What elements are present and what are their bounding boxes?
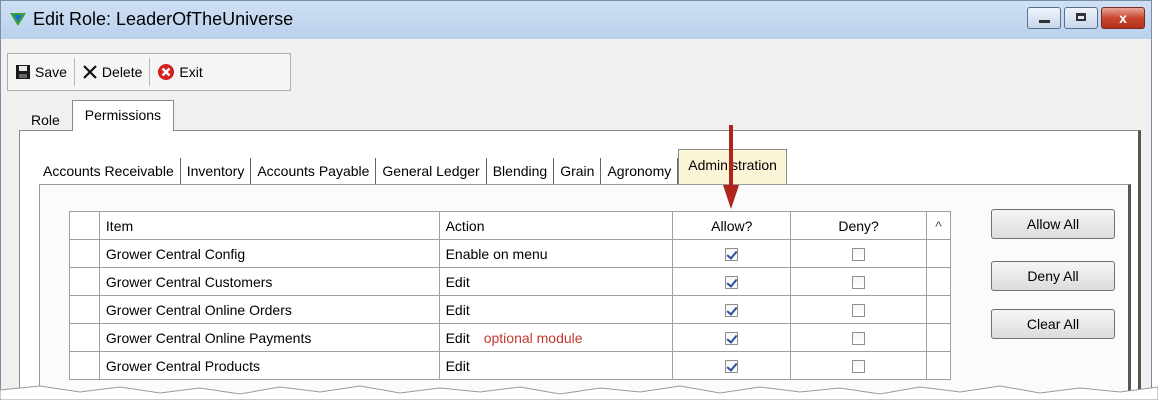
deny-checkbox[interactable] (852, 276, 866, 290)
allow-cell (672, 351, 792, 380)
action-cell: Edit optional module (438, 323, 674, 352)
scrollbar-track[interactable] (925, 295, 952, 324)
tab-accounts-receivable[interactable]: Accounts Receivable (37, 158, 181, 184)
annotation-arrow-icon (723, 125, 739, 209)
tab-grain[interactable]: Grain (554, 158, 602, 184)
action-cell: Edit (438, 351, 674, 380)
allow-checkbox[interactable] (725, 332, 739, 346)
deny-cell (790, 267, 927, 296)
allow-checkbox[interactable] (725, 360, 739, 374)
item-cell: Grower Central Online Payments (98, 323, 440, 352)
floppy-disk-icon (16, 65, 30, 79)
deny-cell (790, 239, 927, 268)
outer-tab-strip: Role Permissions (19, 100, 175, 131)
clear-all-button[interactable]: Clear All (991, 309, 1115, 339)
allow-all-button[interactable]: Allow All (991, 209, 1115, 239)
title-bar[interactable]: Edit Role: LeaderOfTheUniverse x (1, 1, 1151, 39)
maximize-icon (1076, 13, 1086, 21)
save-button[interactable]: Save (8, 58, 74, 86)
deny-checkbox[interactable] (852, 360, 866, 374)
tab-accounts-payable[interactable]: Accounts Payable (251, 158, 377, 184)
toolbar: Save Delete Exit (7, 53, 291, 91)
row-selector[interactable] (69, 323, 100, 352)
scroll-up-arrow-icon[interactable]: ^ (925, 211, 952, 240)
exit-icon (158, 64, 175, 80)
row-selector[interactable] (69, 351, 100, 380)
deny-cell (790, 295, 927, 324)
deny-checkbox[interactable] (852, 332, 866, 346)
exit-label: Exit (179, 64, 203, 80)
minimize-button[interactable] (1027, 7, 1061, 29)
table-row[interactable]: Grower Central Products Edit (69, 351, 952, 380)
app-logo-icon (10, 13, 26, 26)
delete-label: Delete (101, 64, 143, 80)
delete-x-icon (83, 65, 97, 79)
deny-cell (790, 351, 927, 380)
save-label: Save (35, 64, 67, 80)
window-title: Edit Role: LeaderOfTheUniverse (33, 9, 294, 29)
item-cell: Grower Central Online Orders (98, 295, 440, 324)
deny-column-header[interactable]: Deny? (790, 211, 927, 240)
tab-role[interactable]: Role (19, 107, 72, 131)
deny-all-button[interactable]: Deny All (991, 261, 1115, 291)
table-row[interactable]: Grower Central Online Payments Edit optio… (69, 323, 952, 352)
exit-button[interactable]: Exit (149, 58, 209, 86)
item-column-header[interactable]: Item (98, 211, 440, 240)
item-cell: Grower Central Config (98, 239, 440, 268)
row-selector[interactable] (69, 295, 100, 324)
deny-checkbox[interactable] (852, 304, 866, 318)
action-cell: Enable on menu (438, 239, 674, 268)
grid-header-row: Item Action Allow? Deny? ^ (69, 211, 952, 240)
allow-cell (672, 267, 792, 296)
allow-checkbox[interactable] (725, 304, 739, 318)
table-row[interactable]: Grower Central Online Orders Edit (69, 295, 952, 324)
tab-agronomy[interactable]: Agronomy (601, 158, 679, 184)
action-cell: Edit (438, 267, 674, 296)
allow-cell (672, 239, 792, 268)
action-cell: Edit (438, 295, 674, 324)
deny-cell (790, 323, 927, 352)
deny-checkbox[interactable] (852, 248, 866, 262)
optional-module-annotation: optional module (483, 329, 583, 346)
row-selector[interactable] (69, 239, 100, 268)
scrollbar-track[interactable] (925, 323, 952, 352)
row-selector[interactable] (69, 267, 100, 296)
action-column-header[interactable]: Action (438, 211, 674, 240)
allow-checkbox[interactable] (725, 248, 739, 262)
scrollbar-track[interactable] (925, 267, 952, 296)
scrollbar-track[interactable] (925, 239, 952, 268)
item-cell: Grower Central Products (98, 351, 440, 380)
tab-general-ledger[interactable]: General Ledger (376, 158, 487, 184)
allow-cell (672, 323, 792, 352)
maximize-button[interactable] (1064, 7, 1098, 29)
row-selector-header[interactable] (69, 211, 100, 240)
torn-edge-decoration (0, 385, 1158, 400)
action-text: Edit (445, 329, 470, 346)
item-cell: Grower Central Customers (98, 267, 440, 296)
permissions-grid: Item Action Allow? Deny? ^ Grower Centra… (69, 211, 952, 380)
tab-blending[interactable]: Blending (487, 158, 555, 184)
minimize-icon (1039, 20, 1050, 23)
allow-column-header[interactable]: Allow? (672, 211, 792, 240)
tab-inventory[interactable]: Inventory (181, 158, 252, 184)
edit-role-window: Edit Role: LeaderOfTheUniverse x Save De… (0, 0, 1152, 400)
table-row[interactable]: Grower Central Config Enable on menu (69, 239, 952, 268)
module-tab-strip: Accounts Receivable Inventory Accounts P… (37, 149, 787, 184)
delete-button[interactable]: Delete (73, 58, 149, 86)
scrollbar-track[interactable] (925, 351, 952, 380)
tab-permissions[interactable]: Permissions (71, 100, 175, 131)
table-row[interactable]: Grower Central Customers Edit (69, 267, 952, 296)
allow-checkbox[interactable] (725, 276, 739, 290)
close-button[interactable]: x (1101, 7, 1145, 29)
allow-cell (672, 295, 792, 324)
